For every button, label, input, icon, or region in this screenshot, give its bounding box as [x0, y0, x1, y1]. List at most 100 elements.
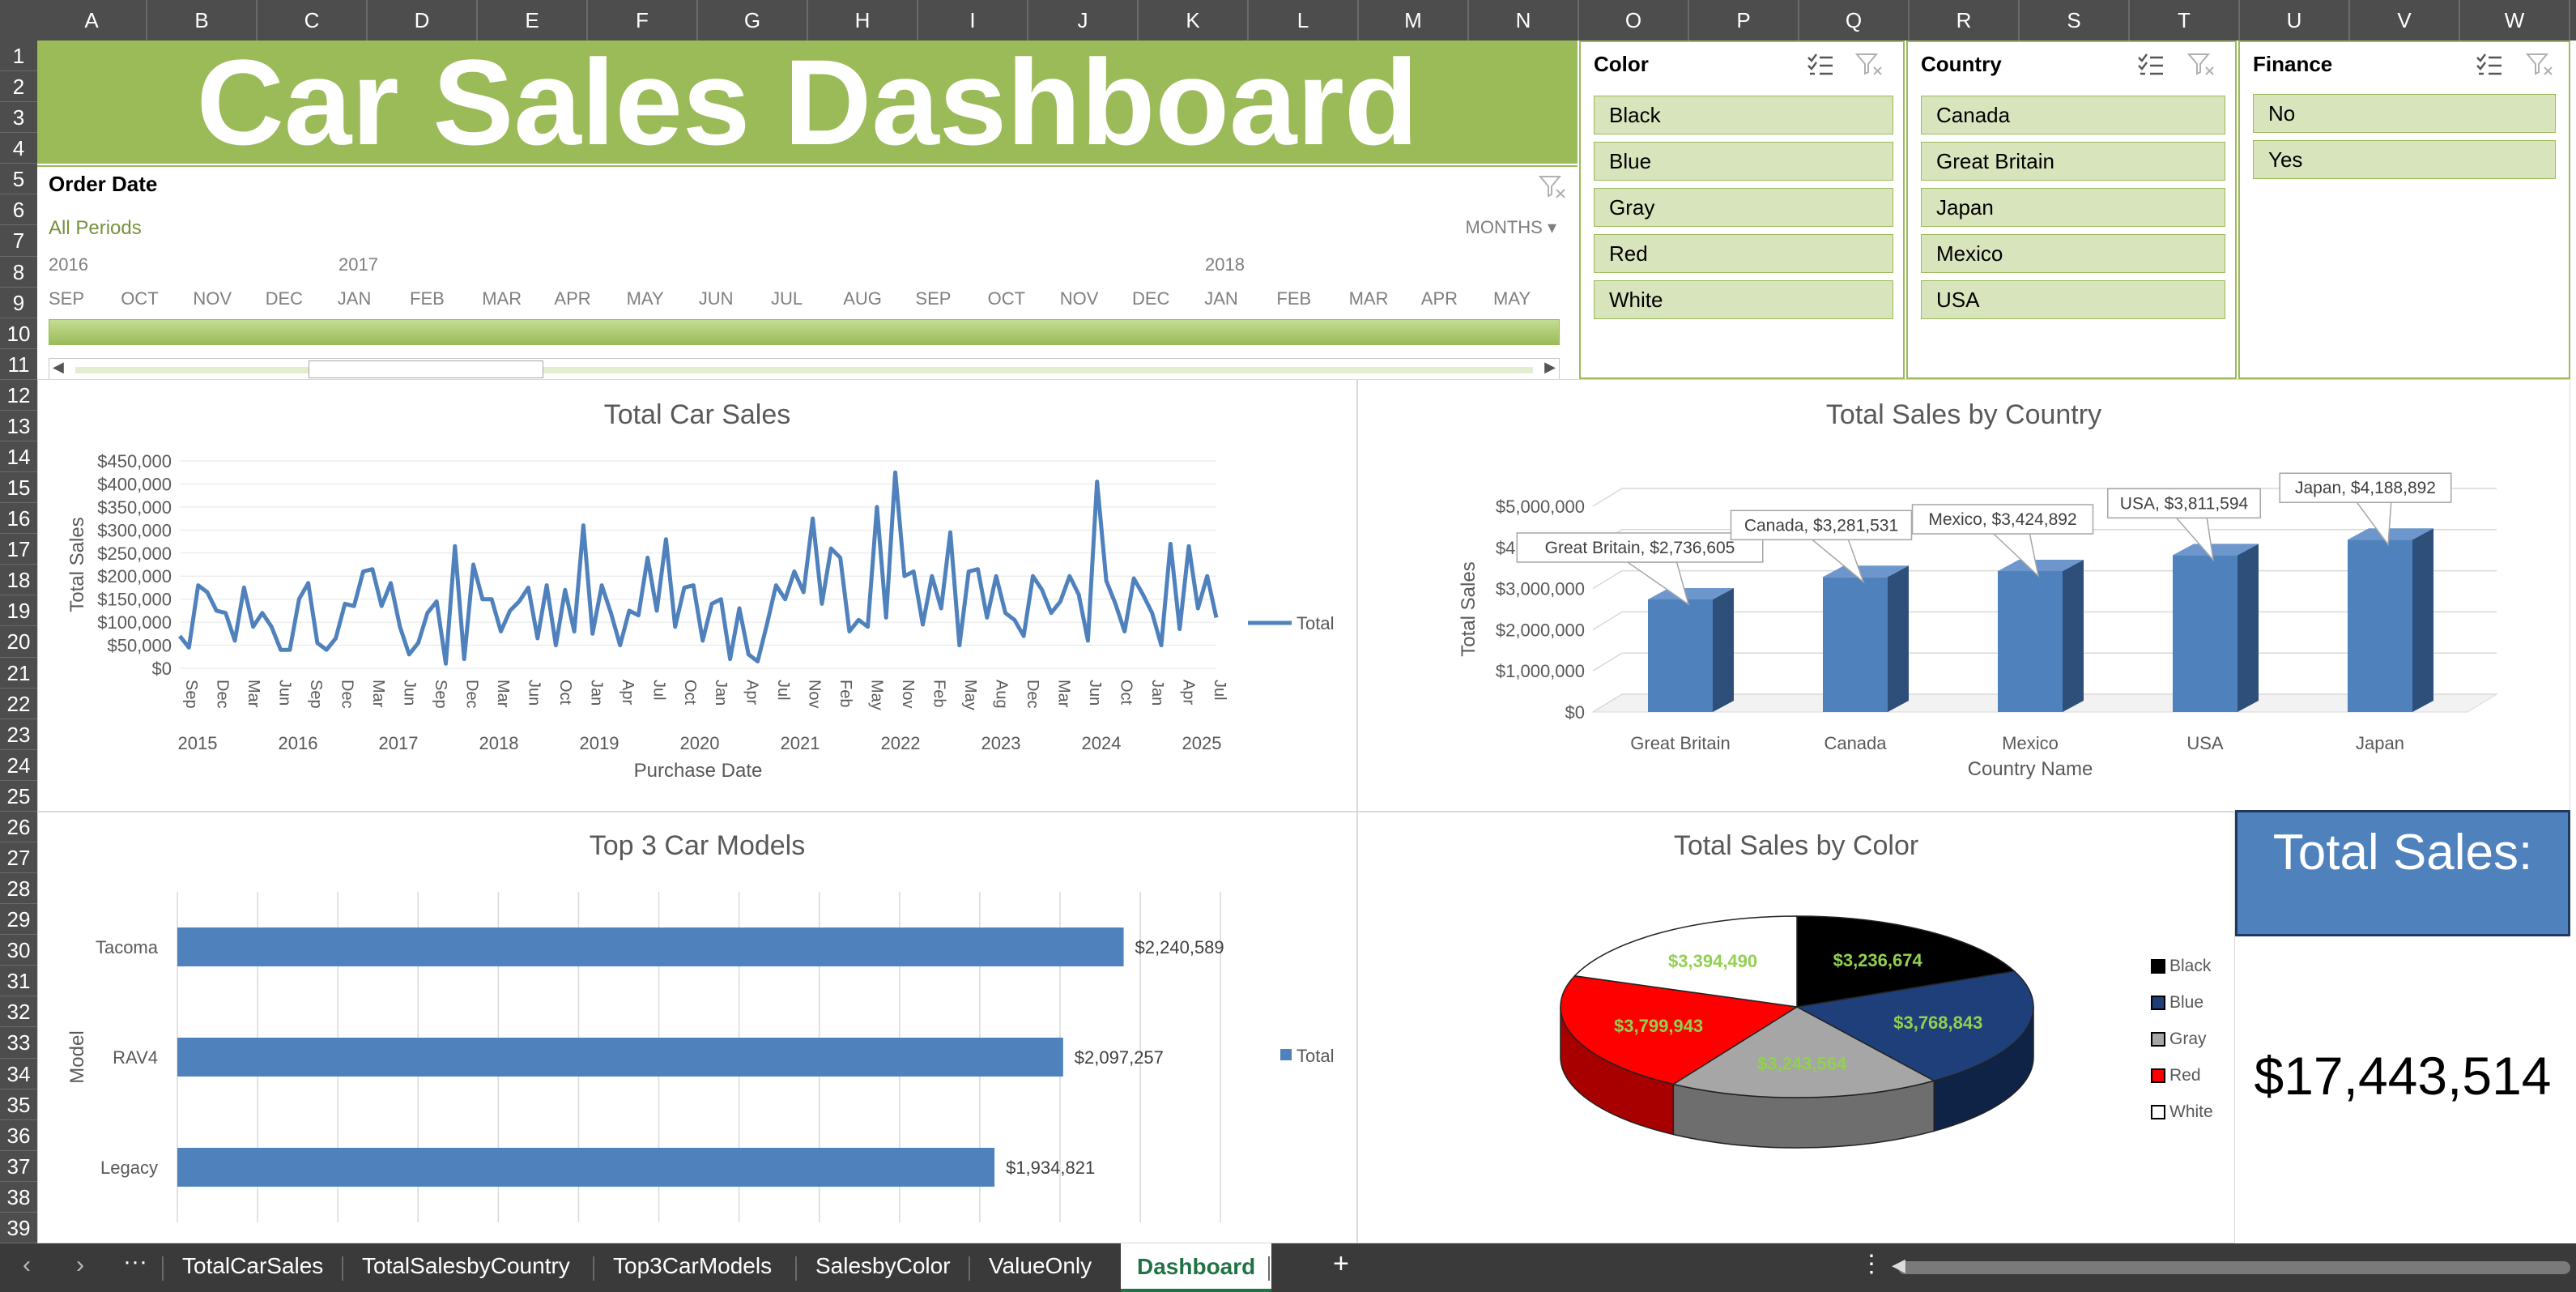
row-header[interactable]: 8 — [0, 257, 37, 288]
slicer-item-gray[interactable]: Gray — [1594, 188, 1893, 227]
top-3-car-models-chart[interactable]: Top 3 Car Models Tacoma $2,240,589 RAV4 $2,… — [37, 812, 1357, 1243]
column-header[interactable]: S — [2020, 0, 2130, 41]
slicer-item-canada[interactable]: Canada — [1921, 96, 2225, 134]
country-slicer[interactable]: Country Canada Great Britain Japan Mexic… — [1906, 41, 2237, 379]
row-header[interactable]: 38 — [0, 1182, 37, 1213]
row-header[interactable]: 33 — [0, 1027, 37, 1059]
next-sheet-icon[interactable]: › — [76, 1251, 84, 1279]
column-header[interactable]: U — [2240, 0, 2350, 41]
timeline-month[interactable]: FEB — [1276, 288, 1311, 309]
row-header[interactable]: 27 — [0, 842, 37, 874]
slicer-item-yes[interactable]: Yes — [2253, 140, 2556, 179]
row-header[interactable]: 34 — [0, 1059, 37, 1089]
clear-filter-icon[interactable] — [1854, 50, 1884, 79]
tab-dashboard[interactable]: Dashboard — [1121, 1243, 1272, 1292]
row-header[interactable]: 13 — [0, 411, 37, 441]
scroll-left-icon[interactable]: ◀ — [53, 359, 64, 376]
row-header[interactable]: 4 — [0, 133, 37, 164]
tab-totalsalesbycountry[interactable]: TotalSalesbyCountry — [362, 1253, 570, 1279]
row-header[interactable]: 23 — [0, 719, 37, 750]
tab-totalcarsales[interactable]: TotalCarSales — [182, 1253, 323, 1279]
clear-filter-icon[interactable] — [2525, 50, 2554, 79]
row-header[interactable]: 36 — [0, 1120, 37, 1151]
slicer-item-usa[interactable]: USA — [1921, 280, 2225, 319]
row-header[interactable]: 12 — [0, 380, 37, 411]
tab-valueonly[interactable]: ValueOnly — [989, 1253, 1092, 1279]
slicer-item-great-britain[interactable]: Great Britain — [1921, 142, 2225, 181]
row-header[interactable]: 16 — [0, 503, 37, 535]
column-header[interactable]: N — [1469, 0, 1579, 41]
timeline-month[interactable]: APR — [554, 288, 590, 309]
timeline-scroll-thumb[interactable] — [309, 360, 543, 378]
timeline-month[interactable]: MAR — [482, 288, 522, 309]
row-header[interactable]: 32 — [0, 996, 37, 1028]
row-header[interactable]: 3 — [0, 102, 37, 134]
color-slicer[interactable]: Color Black Blue Gray Red White — [1579, 41, 1905, 379]
row-header[interactable]: 30 — [0, 935, 37, 966]
scroll-left-icon[interactable]: ◀ — [1892, 1255, 1905, 1276]
row-header[interactable]: 7 — [0, 225, 37, 257]
multi-select-icon[interactable] — [2136, 50, 2165, 79]
slicer-item-blue[interactable]: Blue — [1594, 142, 1893, 181]
timeline-selection-bar[interactable] — [49, 319, 1560, 345]
prev-sheet-icon[interactable]: ‹ — [23, 1251, 31, 1279]
timeline-month[interactable]: DEC — [1132, 288, 1169, 309]
more-sheets-icon[interactable]: ··· — [123, 1248, 147, 1276]
column-header[interactable]: R — [1910, 0, 2020, 41]
row-header[interactable]: 21 — [0, 658, 37, 689]
row-header[interactable]: 15 — [0, 472, 37, 504]
slicer-item-japan[interactable]: Japan — [1921, 188, 2225, 227]
timeline-month[interactable]: MAY — [1493, 288, 1531, 309]
slicer-item-black[interactable]: Black — [1594, 96, 1893, 134]
timeline-month[interactable]: OCT — [988, 288, 1025, 309]
row-header[interactable]: 19 — [0, 595, 37, 627]
timeline-scroll-track[interactable] — [75, 367, 1533, 373]
row-header[interactable]: 18 — [0, 565, 37, 596]
column-header[interactable]: Q — [1799, 0, 1910, 41]
timeline-month[interactable]: OCT — [121, 288, 158, 309]
column-header[interactable]: A — [37, 0, 147, 41]
add-sheet-icon[interactable]: + — [1333, 1248, 1349, 1280]
row-header[interactable]: 35 — [0, 1089, 37, 1120]
finance-slicer[interactable]: Finance No Yes — [2238, 41, 2570, 379]
total-sales-by-color-chart[interactable]: Total Sales by Color $3,236,674 $3,768,84… — [1357, 812, 2235, 1243]
timeline-level-dropdown[interactable]: MONTHS ▾ — [1466, 217, 1557, 238]
row-header[interactable]: 20 — [0, 626, 37, 658]
clear-filter-icon[interactable] — [1537, 172, 1566, 201]
timeline-month[interactable]: MAY — [627, 288, 664, 309]
row-header[interactable]: 39 — [0, 1213, 37, 1243]
slicer-item-no[interactable]: No — [2253, 94, 2556, 133]
column-header[interactable]: V — [2350, 0, 2460, 41]
row-header[interactable]: 1 — [0, 41, 37, 72]
total-sales-by-country-chart[interactable]: Total Sales by Country $0 $1,000,000 $2,00… — [1357, 379, 2570, 812]
slicer-item-white[interactable]: White — [1594, 280, 1893, 319]
timeline-month[interactable]: AUG — [843, 288, 882, 309]
row-header[interactable]: 11 — [0, 349, 37, 380]
row-header[interactable]: 28 — [0, 873, 37, 905]
timeline-month[interactable]: JAN — [338, 288, 372, 309]
column-header[interactable]: P — [1689, 0, 1799, 41]
horizontal-scrollbar[interactable] — [1898, 1261, 2570, 1274]
more-options-icon[interactable]: ⋮ — [1859, 1250, 1884, 1278]
row-header[interactable]: 9 — [0, 288, 37, 318]
multi-select-icon[interactable] — [1806, 50, 1835, 79]
timeline-scrollbar[interactable]: ◀ ▶ — [49, 358, 1560, 381]
slicer-item-mexico[interactable]: Mexico — [1921, 234, 2225, 273]
timeline-month[interactable]: SEP — [915, 288, 951, 309]
multi-select-icon[interactable] — [2475, 50, 2504, 79]
row-header[interactable]: 5 — [0, 164, 37, 195]
row-header[interactable]: 31 — [0, 966, 37, 997]
column-header[interactable]: T — [2130, 0, 2240, 41]
row-header[interactable]: 6 — [0, 194, 37, 226]
row-header[interactable]: 29 — [0, 904, 37, 936]
tab-top3carmodels[interactable]: Top3CarModels — [613, 1253, 772, 1279]
row-header[interactable]: 14 — [0, 441, 37, 473]
tab-salesbycolor[interactable]: SalesbyColor — [815, 1253, 951, 1279]
timeline-month[interactable]: JUN — [699, 288, 734, 309]
row-header[interactable]: 37 — [0, 1151, 37, 1182]
column-header[interactable]: O — [1579, 0, 1689, 41]
row-header[interactable]: 17 — [0, 534, 37, 565]
timeline-month[interactable]: JAN — [1204, 288, 1238, 309]
row-header[interactable]: 2 — [0, 71, 37, 103]
order-date-timeline[interactable]: Order Date All Periods MONTHS ▾ 2016 201… — [37, 165, 1578, 382]
